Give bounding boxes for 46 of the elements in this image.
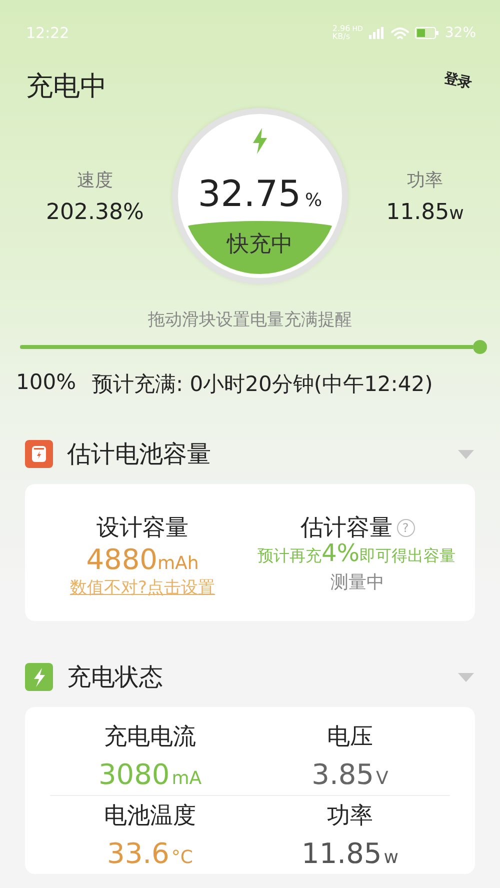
set-capacity-link[interactable]: 数值不对?点击设置 bbox=[70, 576, 216, 599]
dropdown-icon bbox=[458, 672, 474, 682]
stat-label: 功率 bbox=[407, 168, 443, 192]
metric-value: 3.85 bbox=[312, 758, 374, 791]
slider-thumb[interactable] bbox=[473, 340, 487, 354]
design-capacity-unit: mAh bbox=[158, 553, 199, 574]
metric-value: 11.85 bbox=[302, 837, 382, 870]
login-link[interactable]: 登录 bbox=[442, 69, 474, 93]
stat-unit: w bbox=[449, 202, 464, 224]
signal-icon bbox=[368, 27, 385, 39]
metric-value: 33.6 bbox=[107, 837, 170, 870]
estimate-note: 预计再充4%即可得出容量 bbox=[258, 543, 457, 566]
stat-value: 11.85 bbox=[386, 200, 450, 224]
stat-value: 202.38% bbox=[46, 200, 144, 224]
dropdown-icon bbox=[458, 450, 474, 458]
capacity-label: 估计容量 bbox=[300, 514, 392, 543]
design-capacity-value: 4880 bbox=[86, 543, 158, 576]
battery-percent: 32% bbox=[444, 25, 476, 41]
battery-icon bbox=[414, 27, 439, 39]
section-title: 估计电池容量 bbox=[67, 439, 212, 470]
wifi-icon bbox=[390, 26, 409, 40]
metric-unit: °C bbox=[171, 847, 193, 868]
help-button[interactable]: ? bbox=[396, 518, 414, 536]
metric-unit: V bbox=[376, 768, 388, 789]
metric-unit: mA bbox=[172, 768, 202, 789]
lightning-icon bbox=[251, 128, 269, 154]
capacity-label: 设计容量 bbox=[96, 514, 188, 543]
slider-hint: 拖动滑块设置电量充满提醒 bbox=[147, 309, 353, 331]
metric-label: 功率 bbox=[327, 802, 373, 831]
battery-percent-value: 32.75 bbox=[198, 174, 301, 215]
section-title: 充电状态 bbox=[67, 662, 164, 693]
charging-status: 快充中 bbox=[227, 231, 293, 259]
reminder-percent: 100% bbox=[16, 370, 76, 396]
measuring-status: 测量中 bbox=[330, 571, 384, 594]
metric-label: 充电电流 bbox=[104, 723, 196, 752]
metric-label: 电压 bbox=[327, 723, 373, 752]
metric-value: 3080 bbox=[98, 758, 170, 791]
page-title: 充电中 bbox=[26, 70, 107, 104]
stat-label: 速度 bbox=[77, 168, 113, 192]
metric-unit: w bbox=[384, 847, 398, 868]
full-charge-estimate: 预计充满: 0小时20分钟(中午12:42) bbox=[92, 371, 433, 398]
status-time: 12:22 bbox=[26, 24, 70, 42]
network-speed: 2.96 bbox=[332, 25, 350, 33]
percent-unit: % bbox=[304, 190, 322, 211]
network-speed-unit: KB/s bbox=[332, 33, 350, 41]
metric-label: 电池温度 bbox=[104, 802, 196, 831]
